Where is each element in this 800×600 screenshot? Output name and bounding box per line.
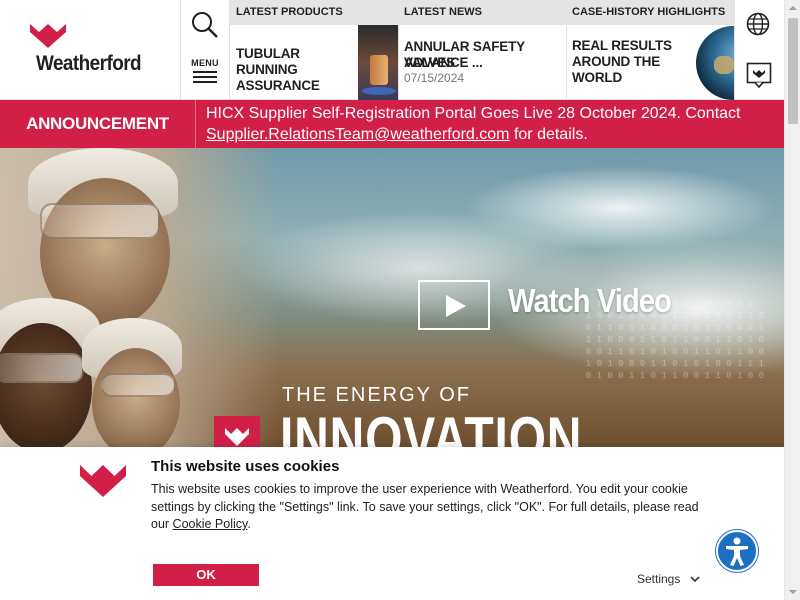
play-icon	[446, 295, 466, 317]
promo-title-line2: AROUND THE	[572, 54, 660, 69]
hero-workers-image	[0, 148, 280, 448]
bookmark-button[interactable]	[746, 62, 772, 89]
announcement-message: HICX Supplier Self-Registration Portal G…	[206, 105, 741, 122]
cookie-body: This website uses cookies to improve the…	[151, 481, 711, 534]
promo-heading: LATEST NEWS	[398, 0, 566, 25]
promo-latest-products[interactable]: LATEST PRODUCTS TUBULAR RUNNING ASSURANC…	[230, 0, 398, 100]
weatherford-logo[interactable]: Weatherford	[28, 22, 158, 82]
scroll-up-arrow-icon[interactable]	[785, 0, 800, 16]
promo-title: TUBULAR RUNNING ASSURANCE	[236, 46, 320, 93]
cookie-settings-link[interactable]: Settings	[637, 572, 700, 586]
watch-video-label[interactable]: Watch Video	[508, 282, 672, 320]
promo-date: 07/15/2024	[404, 71, 465, 85]
promo-heading: CASE-HISTORY HIGHLIGHTS	[566, 0, 734, 25]
product-thumbnail	[358, 25, 398, 100]
weatherford-logo-mark	[30, 24, 66, 48]
promo-case-history[interactable]: CASE-HISTORY HIGHLIGHTS REAL RESULTS ARO…	[566, 0, 734, 100]
scroll-down-arrow-icon[interactable]	[785, 584, 800, 600]
accessibility-icon	[726, 537, 748, 566]
promo-latest-news[interactable]: LATEST NEWS ANNULAR SAFETY VALVES ADVANC…	[398, 0, 566, 100]
cookie-title: This website uses cookies	[151, 458, 340, 475]
cookie-settings-label: Settings	[637, 572, 681, 586]
scrollbar-thumb[interactable]	[788, 18, 798, 124]
promo-title-line1: REAL RESULTS	[572, 38, 672, 53]
divider	[180, 0, 181, 100]
page-scrollbar[interactable]	[784, 0, 800, 600]
promo-title-line2: ADVANCE ...	[404, 55, 483, 70]
search-icon	[192, 12, 218, 38]
chevron-down-icon	[690, 576, 700, 583]
hamburger-icon	[190, 71, 220, 83]
hero-logo-mark	[214, 416, 260, 448]
site-header: Weatherford MENU LATEST PRODUCTS TUBULAR…	[0, 0, 784, 100]
logo-wordmark: Weatherford	[36, 52, 142, 75]
search-button[interactable]	[190, 10, 220, 40]
language-button[interactable]	[746, 12, 770, 36]
accessibility-button[interactable]	[716, 530, 758, 572]
cookie-body-end: .	[247, 517, 251, 531]
menu-label: MENU	[191, 58, 219, 68]
bookmark-icon	[746, 62, 772, 89]
cookie-banner: This website uses cookies This website u…	[0, 447, 784, 600]
play-video-button[interactable]	[418, 280, 490, 330]
hero-banner: 0 1 0 1 1 0 0 1 0 1 1 0 1 0 0 1 1 0 0 1 …	[0, 148, 784, 448]
hero-tagline-large: INNOVATION	[280, 405, 583, 448]
announcement-message-end: for details.	[509, 126, 588, 143]
globe-thumbnail	[696, 26, 734, 100]
menu-button[interactable]: MENU	[190, 58, 220, 92]
announcement-bar: ANNOUNCEMENT HICX Supplier Self-Registra…	[0, 100, 784, 148]
promo-title-line3: WORLD	[572, 70, 622, 85]
promo-heading: LATEST PRODUCTS	[230, 0, 398, 25]
globe-icon	[746, 12, 770, 36]
divider	[734, 0, 735, 100]
cookie-policy-link[interactable]: Cookie Policy	[173, 517, 248, 531]
supplier-email-link[interactable]: Supplier.RelationsTeam@weatherford.com	[206, 126, 510, 143]
announcement-text: HICX Supplier Self-Registration Portal G…	[206, 103, 776, 145]
announcement-label: ANNOUNCEMENT	[0, 100, 196, 148]
weatherford-logo-mark	[80, 465, 126, 497]
cookie-ok-button[interactable]: OK	[153, 564, 259, 586]
